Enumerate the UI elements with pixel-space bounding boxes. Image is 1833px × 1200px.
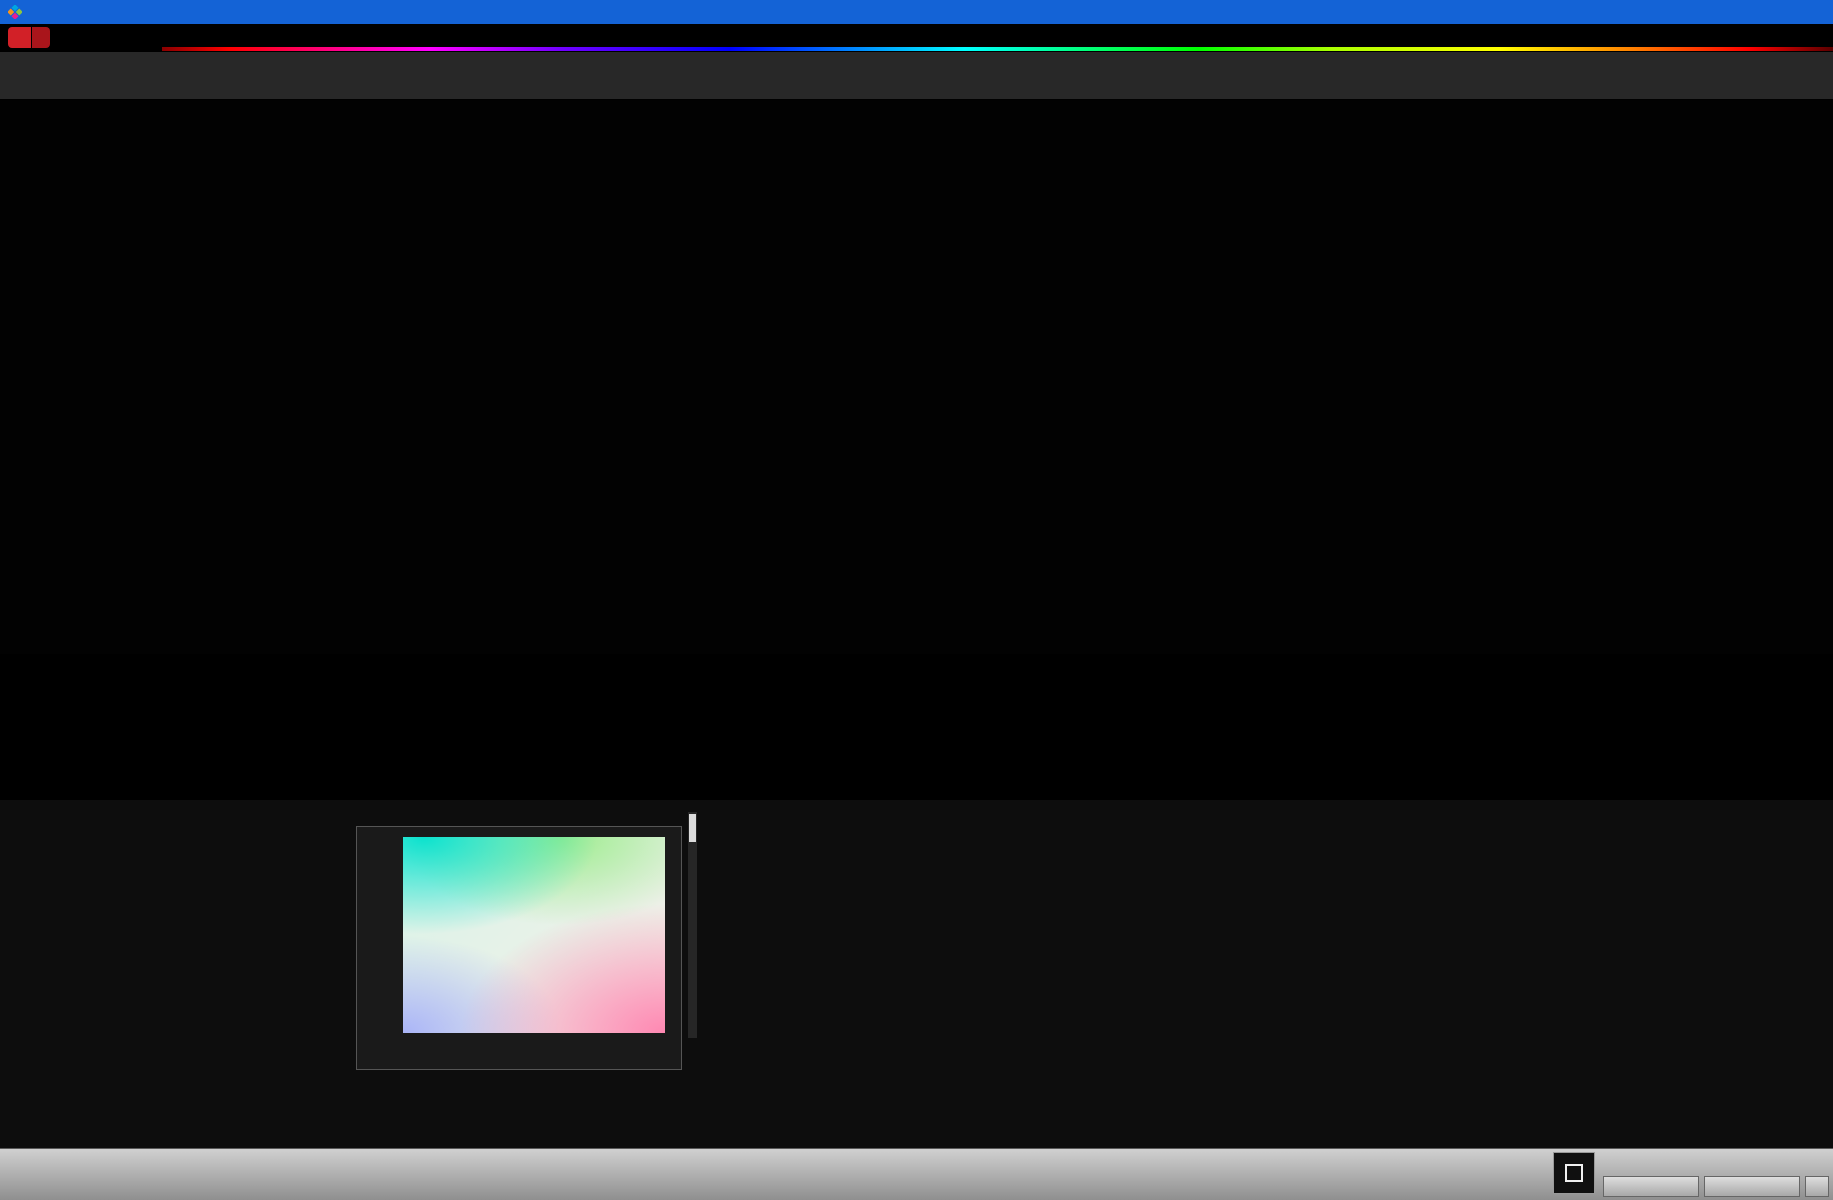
pattern-select-button[interactable] xyxy=(1805,1176,1829,1197)
titlebar xyxy=(0,0,1833,24)
window-controls xyxy=(1701,0,1833,24)
minimize-button[interactable] xyxy=(1701,0,1745,24)
actual-row-label xyxy=(272,666,292,718)
cie-chart-panel xyxy=(356,826,682,1070)
pattern-window-button[interactable] xyxy=(1553,1152,1595,1194)
target-row-label xyxy=(272,718,292,770)
cie-chart-overlay xyxy=(403,837,665,1033)
gamma-chart xyxy=(1133,210,1833,605)
tab-bar xyxy=(0,52,1833,141)
table-scrollbar[interactable] xyxy=(688,812,697,1038)
deltae-chart xyxy=(8,280,410,610)
calman-logo-button[interactable] xyxy=(8,27,31,48)
app-icon xyxy=(8,5,22,19)
rgb-balance-chart xyxy=(430,210,1110,605)
pattern-nav xyxy=(1603,1176,1829,1197)
close-button[interactable] xyxy=(1789,0,1833,24)
toolbar xyxy=(0,24,1833,52)
calman-menu xyxy=(8,27,50,48)
window-pattern-icon xyxy=(1565,1164,1583,1182)
logo-dropdown-button[interactable] xyxy=(32,27,50,48)
cie-chart xyxy=(403,837,665,1033)
scrollbar-thumb[interactable] xyxy=(689,814,696,842)
back-button[interactable] xyxy=(1603,1176,1699,1197)
maximize-button[interactable] xyxy=(1745,0,1789,24)
lower-panel xyxy=(0,800,1833,1148)
rainbow-divider xyxy=(162,47,1833,51)
next-button[interactable] xyxy=(1704,1176,1800,1197)
